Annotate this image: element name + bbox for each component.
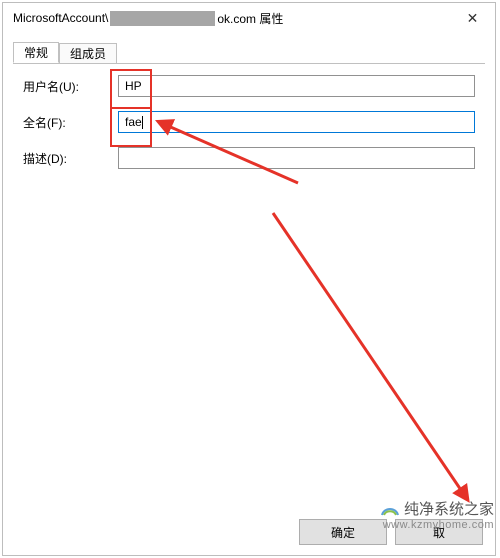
annotation-arrow-2: [263, 203, 493, 523]
description-label: 描述(D):: [23, 150, 118, 167]
fullname-label: 全名(F):: [23, 114, 118, 131]
ok-button-label: 确定: [331, 524, 355, 541]
title-suffix: ok.com 属性: [217, 10, 283, 27]
username-input[interactable]: [118, 75, 475, 97]
tab-general-label: 常规: [24, 46, 48, 60]
form-area: 用户名(U): 全名(F): fae 描述(D):: [23, 75, 475, 183]
fullname-input[interactable]: fae: [118, 111, 475, 133]
cancel-button[interactable]: 取: [395, 519, 483, 545]
close-button[interactable]: ✕: [450, 3, 495, 33]
dialog-button-row: 确定 取: [3, 519, 495, 545]
title-redacted: [110, 11, 215, 26]
titlebar: MicrosoftAccount\ ok.com 属性 ✕: [3, 3, 495, 33]
cancel-button-label: 取: [433, 524, 445, 541]
tab-strip: 常规 组成员: [13, 41, 485, 64]
row-description: 描述(D):: [23, 147, 475, 169]
tab-members[interactable]: 组成员: [59, 43, 117, 63]
description-input[interactable]: [118, 147, 475, 169]
title-prefix: MicrosoftAccount\: [13, 11, 108, 25]
fullname-value: fae: [125, 115, 142, 129]
text-caret: [142, 116, 143, 129]
ok-button[interactable]: 确定: [299, 519, 387, 545]
close-icon: ✕: [467, 10, 479, 27]
username-label: 用户名(U):: [23, 78, 118, 95]
properties-dialog: MicrosoftAccount\ ok.com 属性 ✕ 常规 组成员 用户名…: [2, 2, 496, 556]
row-username: 用户名(U):: [23, 75, 475, 97]
tab-general[interactable]: 常规: [13, 42, 59, 63]
row-fullname: 全名(F): fae: [23, 111, 475, 133]
tab-members-label: 组成员: [70, 47, 106, 61]
